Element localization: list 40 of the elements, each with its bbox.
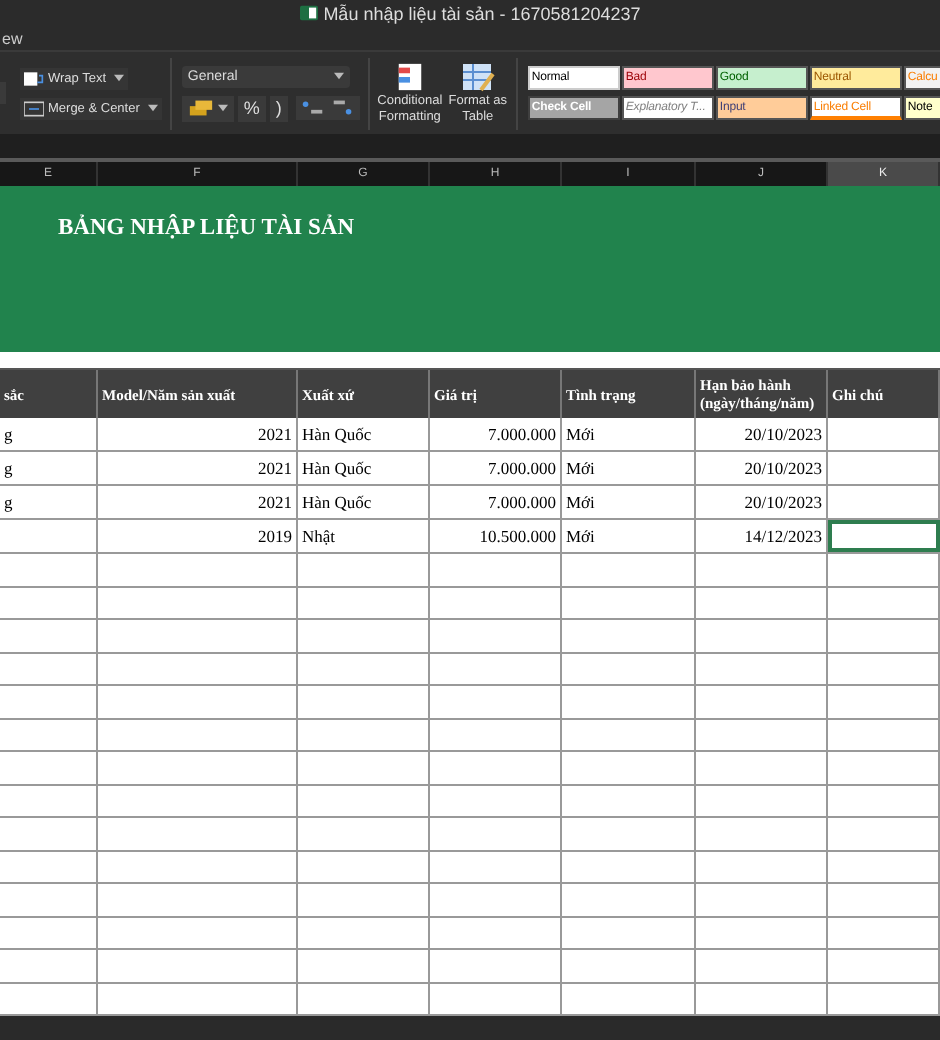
- coins-icon: [187, 98, 214, 118]
- table-cell: g: [0, 418, 98, 450]
- spreadsheet-icon: [299, 4, 318, 22]
- table-cell: Mới: [562, 452, 696, 484]
- decrease-decimal-icon[interactable]: [329, 98, 356, 118]
- percent-button[interactable]: %: [237, 95, 266, 121]
- table-cell: Mới: [562, 418, 696, 450]
- table-cell: 20/10/2023: [696, 486, 828, 518]
- window-title: Mẫu nhập liệu tài sản - 1670581204237: [323, 3, 641, 23]
- sheet-title: BẢNG NHẬP LIỆU TÀI SẢN: [58, 216, 355, 240]
- table-cell: Hàn Quốc: [298, 486, 430, 518]
- table-cell: 10.500.000: [430, 520, 562, 552]
- caret-icon: [333, 72, 344, 80]
- table-cell: 7.000.000: [430, 452, 562, 484]
- table-cell: Hàn Quốc: [298, 418, 430, 450]
- table-cell: Hàn Quốc: [298, 452, 430, 484]
- table-cell: 2021: [98, 418, 298, 450]
- caret-icon: [114, 74, 125, 82]
- table-cell: g: [0, 486, 98, 518]
- table-cell: 7.000.000: [430, 486, 562, 518]
- table-cell: 2021: [98, 486, 298, 518]
- comma-button[interactable]: ): [269, 95, 288, 121]
- caret-icon: [147, 104, 158, 112]
- table-cell: 2021: [98, 452, 298, 484]
- table-cell: Nhật: [298, 520, 430, 552]
- currency-button[interactable]: [181, 95, 234, 121]
- table-cell: Mới: [562, 520, 696, 552]
- table-cell: g: [0, 452, 98, 484]
- menu-item[interactable]: ew: [0, 29, 23, 47]
- table-cell: 14/12/2023: [696, 520, 828, 552]
- wrap-text-icon: [24, 69, 44, 87]
- increase-decimal-icon[interactable]: [299, 98, 326, 118]
- table-icon: [459, 62, 496, 93]
- caret-icon: [217, 104, 228, 112]
- merge-cells-icon: [24, 99, 44, 117]
- table-cell: 20/10/2023: [696, 418, 828, 450]
- table-cell: 2019: [98, 520, 298, 552]
- table-cell: Mới: [562, 486, 696, 518]
- table-cell: 20/10/2023: [696, 452, 828, 484]
- table-cell: 7.000.000: [430, 418, 562, 450]
